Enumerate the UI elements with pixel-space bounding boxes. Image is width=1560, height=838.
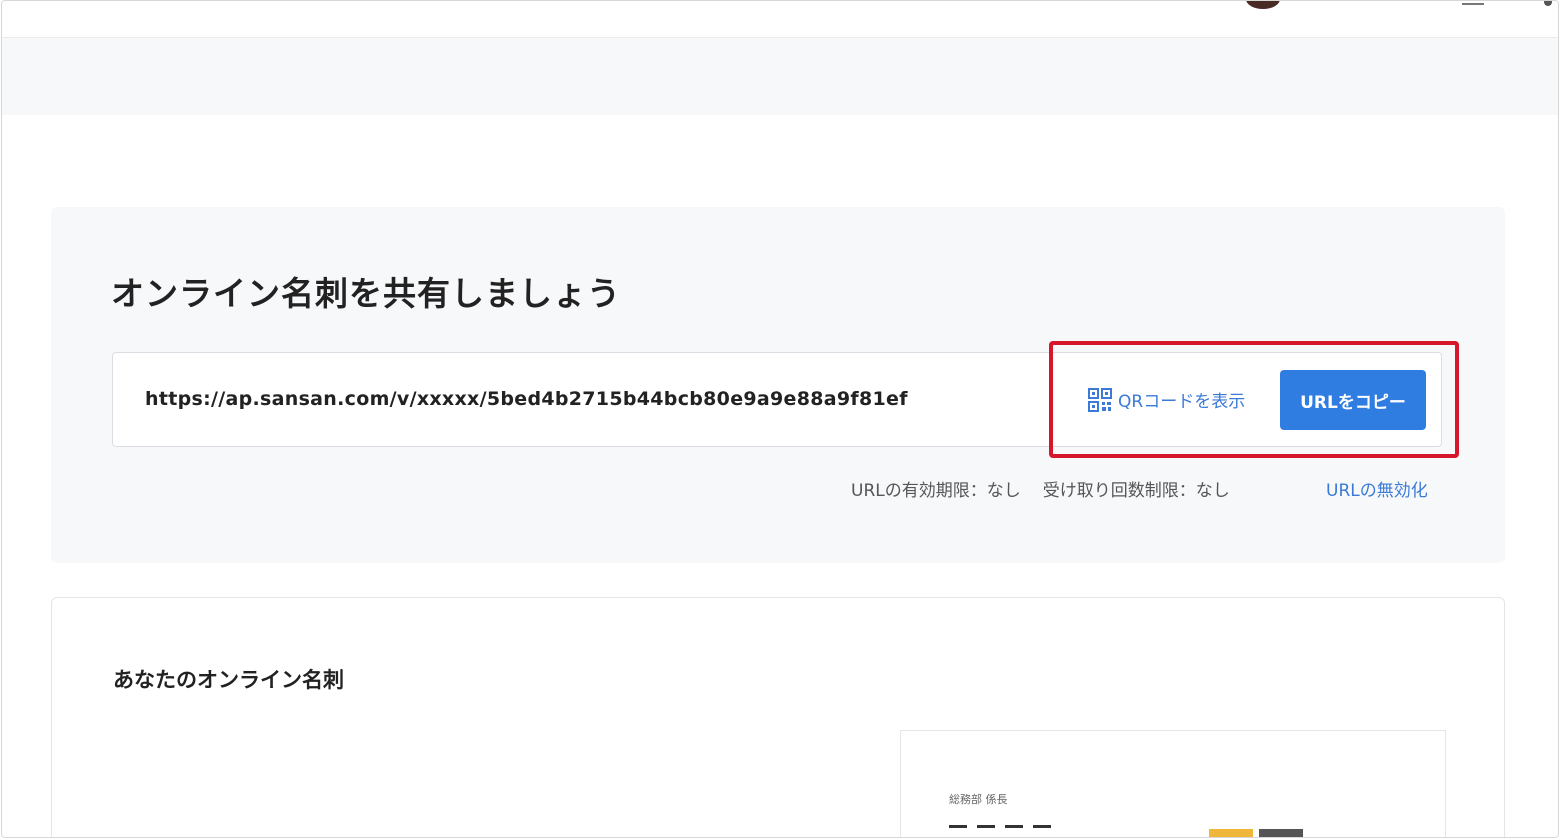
user-avatar[interactable]: [1246, 1, 1280, 9]
card-department: 総務部 係長: [949, 793, 1008, 806]
copy-url-button[interactable]: URLをコピー: [1280, 370, 1426, 430]
share-card: オンライン名刺を共有しましょう https://ap.sansan.com/v/…: [51, 207, 1505, 563]
card-tag-yellow: [1209, 829, 1253, 837]
show-qr-button[interactable]: QRコードを表示: [1088, 387, 1245, 412]
top-bar: [2, 1, 1558, 38]
more-icon[interactable]: [1544, 1, 1552, 6]
menu-icon[interactable]: [1462, 3, 1484, 5]
invalidate-url-link[interactable]: URLの無効化: [1326, 476, 1428, 501]
share-title: オンライン名刺を共有しましょう: [111, 274, 621, 313]
section-title: あなたのオンライン名刺: [113, 668, 344, 692]
business-card-preview[interactable]: 総務部 係長: [900, 730, 1446, 837]
share-url-text[interactable]: https://ap.sansan.com/v/xxxxx/5bed4b2715…: [145, 388, 908, 410]
show-qr-label: QRコードを表示: [1118, 392, 1246, 412]
url-expiry: URLの有効期限：なし: [851, 481, 1021, 501]
app-window: オンライン名刺を共有しましょう https://ap.sansan.com/v/…: [1, 0, 1559, 838]
qr-code-icon: [1088, 387, 1112, 412]
online-card-section: あなたのオンライン名刺 総務部 係長: [51, 597, 1505, 837]
card-tag-gray: [1259, 829, 1303, 837]
receive-limit: 受け取り回数制限：なし: [1042, 481, 1230, 501]
card-name-partial: [949, 825, 1069, 837]
url-meta: URLの有効期限：なし 受け取り回数制限：なし: [851, 476, 1230, 501]
sub-header: [2, 38, 1558, 115]
